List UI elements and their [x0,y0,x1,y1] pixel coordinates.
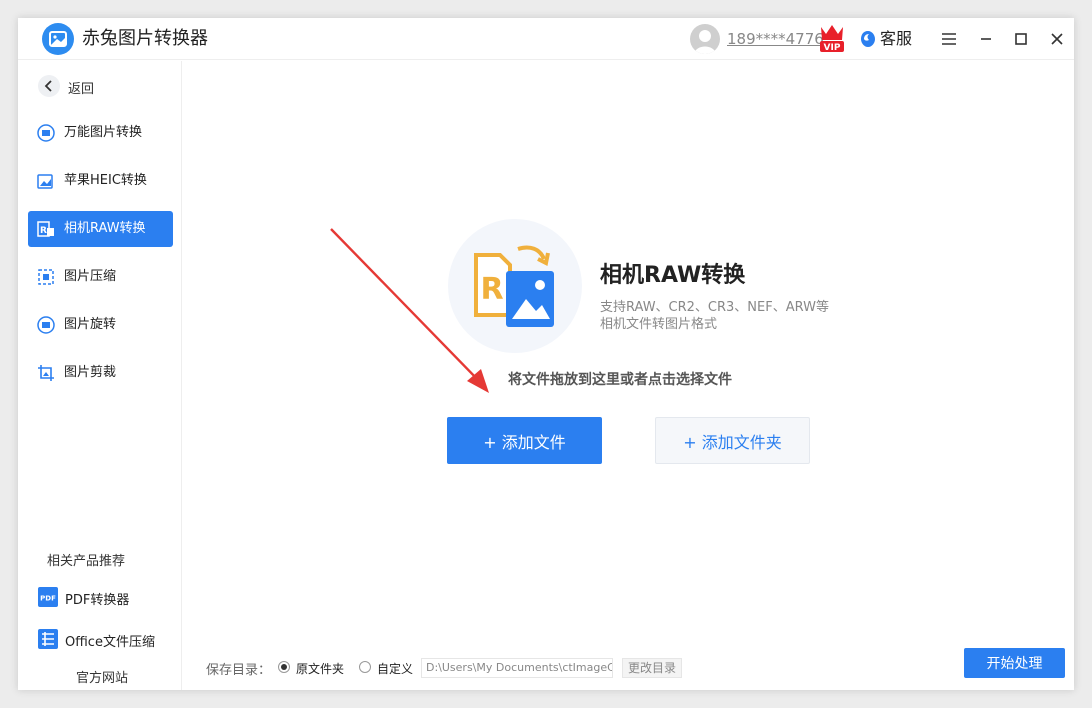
radio-custom-folder[interactable] [359,661,371,673]
close-icon[interactable] [1046,28,1068,50]
rotate-icon [37,316,55,334]
menu-icon[interactable] [938,28,960,50]
user-phone-link[interactable]: 189****4776 [727,30,824,48]
pdf-badge-text: PDF [40,595,56,603]
maximize-icon[interactable] [1010,28,1032,50]
sidebar-item-image-convert[interactable]: 万能图片转换 [28,115,173,151]
feature-title: 相机RAW转换 [600,263,746,288]
sidebar-item-heic[interactable]: 苹果HEIC转换 [28,163,173,199]
compress-icon [37,268,55,286]
recommend-label: PDF转换器 [65,593,130,608]
image-convert-icon [37,124,55,142]
recommend-title: 相关产品推荐 [47,554,126,569]
official-site-link[interactable]: 官方网站 [76,667,128,686]
title-bar: 赤兔图片转换器 189****4776 VIP 客服 [18,18,1074,60]
service-label: 客服 [880,29,913,48]
pdf-icon: PDF [38,587,58,607]
sidebar-item-label: 图片旋转 [64,317,117,332]
hero-illustration: R [448,219,582,353]
radio-original-folder[interactable] [278,661,290,673]
office-compress-icon [38,629,58,649]
custom-folder-label: 自定义 [377,662,414,676]
vip-text: VIP [824,43,841,53]
back-arrow-icon [38,75,60,97]
heic-icon [37,172,55,190]
add-folder-button[interactable]: + 添加文件夹 [655,417,810,464]
add-file-button[interactable]: + 添加文件 [447,417,602,464]
sidebar-item-label: 图片剪裁 [64,365,117,380]
vip-crown-icon[interactable]: VIP [818,23,846,53]
save-dir-label: 保存目录： [206,663,272,678]
back-label: 返回 [68,82,95,97]
start-process-button[interactable]: 开始处理 [964,648,1065,678]
svg-text:R: R [40,226,47,236]
raw-file-icon: R [474,245,554,327]
sidebar: 返回 万能图片转换 苹果HEIC转换 R 相机RAW转换 图片压缩 图片旋转 图… [18,61,182,690]
app-title: 赤兔图片转换器 [82,28,208,49]
change-dir-button[interactable]: 更改目录 [622,658,682,678]
sidebar-item-label: 苹果HEIC转换 [64,173,147,188]
sidebar-item-raw[interactable]: R 相机RAW转换 [28,211,173,247]
original-folder-label: 原文件夹 [296,662,345,676]
sidebar-item-crop[interactable]: 图片剪裁 [28,355,173,391]
hero-letter: R [480,272,503,307]
sidebar-item-label: 图片压缩 [64,269,117,284]
drop-hint: 将文件拖放到这里或者点击选择文件 [508,372,732,388]
service-icon [861,31,875,47]
main-panel[interactable]: R 相机RAW转换 支持RAW、CR2、CR3、NEF、ARW等相机文件转图片格… [183,61,1074,690]
sidebar-item-rotate[interactable]: 图片旋转 [28,307,173,343]
app-logo-icon [42,23,74,55]
feature-description: 支持RAW、CR2、CR3、NEF、ARW等相机文件转图片格式 [600,300,829,332]
crop-icon [37,364,55,382]
sidebar-item-label: 相机RAW转换 [64,221,146,236]
recommend-label: Office文件压缩 [65,635,155,650]
user-avatar[interactable] [690,24,720,54]
raw-icon: R [37,220,55,238]
sidebar-item-label: 万能图片转换 [64,125,143,140]
sidebar-item-compress[interactable]: 图片压缩 [28,259,173,295]
save-path-field[interactable]: D:\Users\My Documents\ctImageC [421,658,613,678]
minimize-icon[interactable] [975,28,997,50]
app-window: 赤兔图片转换器 189****4776 VIP 客服 返回 万能图片转换 苹果H… [18,18,1074,690]
